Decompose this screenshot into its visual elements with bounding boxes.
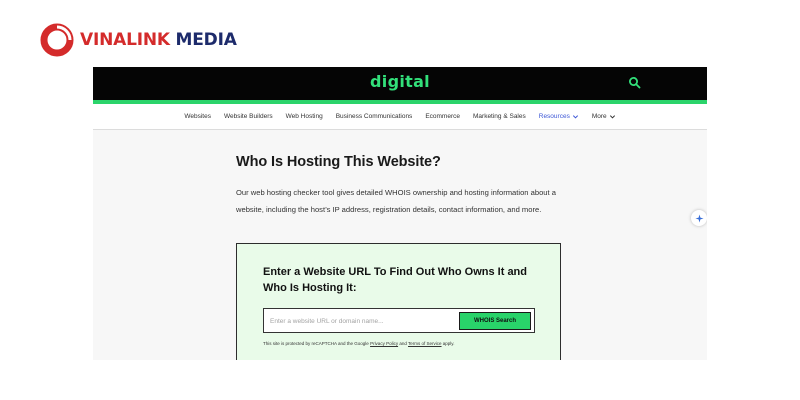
url-input[interactable] [270, 313, 450, 329]
page-title: Who Is Hosting This Website? [236, 154, 441, 170]
nav-item-business-communications[interactable]: Business Communications [336, 113, 413, 120]
recaptcha-notice: This site is protected by reCAPTCHA and … [263, 341, 454, 346]
intro-paragraph: Our web hosting checker tool gives detai… [236, 188, 556, 214]
whois-search-box: Enter a Website URL To Find Out Who Owns… [236, 243, 561, 360]
chevron-down-icon [572, 115, 578, 119]
brand-name: VINALINK MEDIA [80, 30, 237, 50]
brand-name-part2: MEDIA [175, 30, 237, 50]
site-header: digital [93, 67, 707, 100]
article: Who Is Hosting This Website? Our web hos… [236, 154, 566, 218]
nav-item-ecommerce[interactable]: Ecommerce [425, 113, 460, 120]
terms-of-service-link[interactable]: Terms of Service [408, 341, 442, 346]
vinalink-logo-icon [40, 23, 74, 57]
whois-search-button[interactable]: WHOIS Search [459, 312, 531, 330]
search-icon[interactable] [628, 76, 642, 90]
nav-item-label: Websites [184, 113, 211, 120]
nav-item-label: Marketing & Sales [473, 113, 526, 120]
accessibility-button[interactable] [691, 210, 707, 226]
nav-item-label: More [591, 113, 607, 120]
site-logo[interactable]: digital [93, 72, 707, 91]
nav-item-marketing-sales[interactable]: Marketing & Sales [473, 113, 526, 120]
nav-item-label: Resources [538, 113, 570, 120]
whois-heading: Enter a Website URL To Find Out Who Owns… [263, 266, 527, 294]
nav-item-label: Web Hosting [285, 113, 323, 120]
website-screenshot: digital Websites Website Builders Web Ho… [93, 67, 707, 360]
brand-logo: VINALINK MEDIA [40, 22, 237, 58]
whois-form: WHOIS Search [263, 308, 535, 333]
chevron-down-icon [609, 115, 615, 119]
main-nav: Websites Website Builders Web Hosting Bu… [93, 104, 707, 130]
nav-item-label: Ecommerce [425, 113, 460, 120]
nav-item-resources[interactable]: Resources [539, 113, 579, 120]
brand-name-part1: VINALINK [80, 30, 170, 50]
nav-item-label: Website Builders [223, 113, 273, 120]
privacy-policy-link[interactable]: Privacy Policy [370, 341, 398, 346]
nav-item-website-builders[interactable]: Website Builders [224, 113, 273, 120]
nav-item-more[interactable]: More [592, 113, 616, 120]
sparkle-icon [694, 213, 704, 223]
recaptcha-text: This site is protected by reCAPTCHA and … [263, 341, 371, 346]
recaptcha-text: apply. [441, 341, 455, 346]
nav-item-web-hosting[interactable]: Web Hosting [286, 113, 323, 120]
nav-item-label: Business Communications [335, 113, 413, 120]
nav-item-websites[interactable]: Websites [184, 113, 211, 120]
recaptcha-text: and [398, 341, 409, 346]
